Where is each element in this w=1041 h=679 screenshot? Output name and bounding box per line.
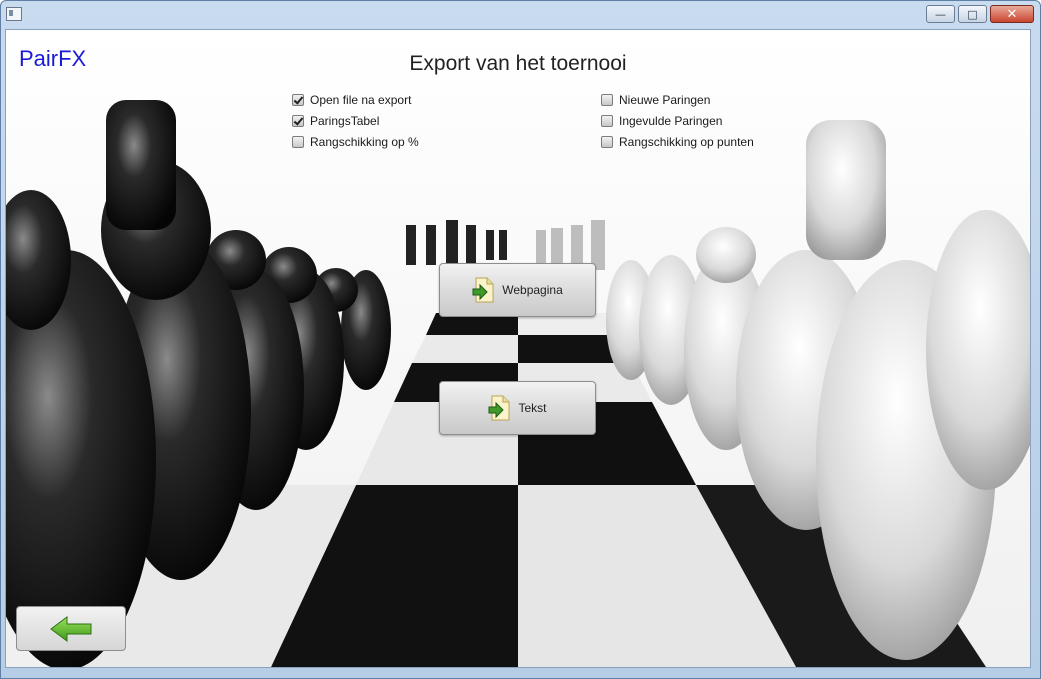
- maximize-icon: □: [967, 7, 978, 21]
- app-window: — □ ✕ PairFX Export van het toernooi Ope…: [0, 0, 1041, 679]
- checkbox-paringstabel[interactable]: [292, 115, 304, 127]
- option-label: Rangschikking op %: [310, 135, 419, 149]
- minimize-icon: —: [935, 7, 946, 21]
- option-label: Rangschikking op punten: [619, 135, 754, 149]
- minimize-button[interactable]: —: [926, 5, 955, 23]
- chess-background-image: [6, 30, 1030, 667]
- option-nieuwe-paringen[interactable]: Nieuwe Paringen: [601, 93, 710, 107]
- option-rangschikking-punten[interactable]: Rangschikking op punten: [601, 135, 754, 149]
- back-button[interactable]: [16, 606, 126, 651]
- checkbox-nieuwe-paringen[interactable]: [601, 94, 613, 106]
- export-tekst-button[interactable]: Tekst: [439, 381, 596, 435]
- export-document-icon: [472, 277, 494, 303]
- maximize-button[interactable]: □: [958, 5, 987, 23]
- option-ingevulde-paringen[interactable]: Ingevulde Paringen: [601, 114, 722, 128]
- close-icon: ✕: [1006, 6, 1018, 22]
- app-icon: [6, 7, 22, 21]
- option-label: ParingsTabel: [310, 114, 380, 128]
- window-controls: — □ ✕: [923, 5, 1034, 23]
- export-webpagina-label: Webpagina: [502, 283, 563, 297]
- page-title: Export van het toernooi: [409, 52, 627, 75]
- option-open-file[interactable]: Open file na export: [292, 93, 411, 107]
- export-webpagina-button[interactable]: Webpagina: [439, 263, 596, 317]
- option-label: Open file na export: [310, 93, 412, 107]
- checkbox-ingevulde-paringen[interactable]: [601, 115, 613, 127]
- checkbox-rangschikking-punten[interactable]: [601, 136, 613, 148]
- export-document-icon: [488, 395, 510, 421]
- back-arrow-icon: [50, 615, 92, 642]
- option-paringstabel[interactable]: ParingsTabel: [292, 114, 379, 128]
- checkbox-open-file[interactable]: [292, 94, 304, 106]
- option-label: Ingevulde Paringen: [619, 114, 723, 128]
- checkbox-rangschikking-procent[interactable]: [292, 136, 304, 148]
- close-button[interactable]: ✕: [990, 5, 1034, 23]
- export-tekst-label: Tekst: [518, 401, 547, 415]
- option-rangschikking-procent[interactable]: Rangschikking op %: [292, 135, 419, 149]
- content-area: PairFX Export van het toernooi Open file…: [5, 29, 1031, 668]
- title-bar[interactable]: — □ ✕: [1, 1, 1040, 29]
- option-label: Nieuwe Paringen: [619, 93, 711, 107]
